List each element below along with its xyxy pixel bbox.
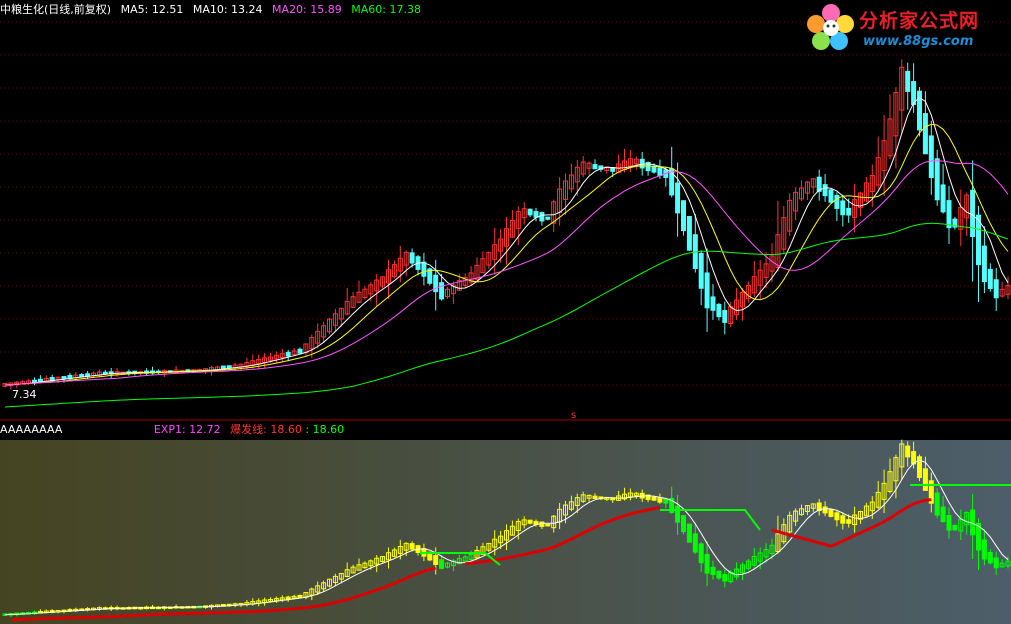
chart-window: s 中粮生化(日线,前复权) MA5: 12.51 MA10: 13.24 MA… [0, 0, 1011, 624]
indicator-panel [0, 439, 1011, 624]
chart-header: 中粮生化(日线,前复权) MA5: 12.51 MA10: 13.24 MA20… [0, 3, 421, 17]
stock-title: 中粮生化(日线,前复权) [0, 3, 112, 16]
green-value: : 18.60 [305, 423, 345, 436]
site-logo[interactable]: 分析家公式网 www.88gs.com [803, 0, 1003, 56]
stock-chart-canvas[interactable]: s [0, 0, 1011, 624]
ma60-value: 17.38 [389, 3, 421, 16]
logo-title: 分析家公式网 [859, 10, 980, 32]
burst-value: 18.60 [270, 423, 302, 436]
indicator-name: AAAAAAAA [0, 423, 63, 436]
panel-divider: s [0, 410, 1011, 421]
ma10-value: 13.24 [231, 3, 263, 16]
indicator-header: AAAAAAAA EXP1: 12.72 爆发线: 18.60 : 18.60 [0, 423, 344, 437]
flower-icon [807, 4, 854, 50]
price-low-label: 7.34 [12, 388, 37, 401]
burst-label: 爆发线: [230, 423, 267, 436]
ma20-value: 15.89 [310, 3, 342, 16]
price-grid [0, 21, 1011, 386]
ma60-label: MA60: [351, 3, 386, 16]
ma20-label: MA20: [272, 3, 307, 16]
logo-url: www.88gs.com [863, 34, 974, 49]
ma10-label: MA10: [192, 3, 228, 16]
ma5-value: 12.51 [151, 3, 184, 16]
exp1-label: EXP1: [153, 423, 186, 436]
exp1-value: 12.72 [189, 423, 221, 436]
moving-averages [4, 96, 1009, 408]
ma5-label: MA5: [120, 3, 149, 16]
svg-text:s: s [571, 410, 576, 421]
